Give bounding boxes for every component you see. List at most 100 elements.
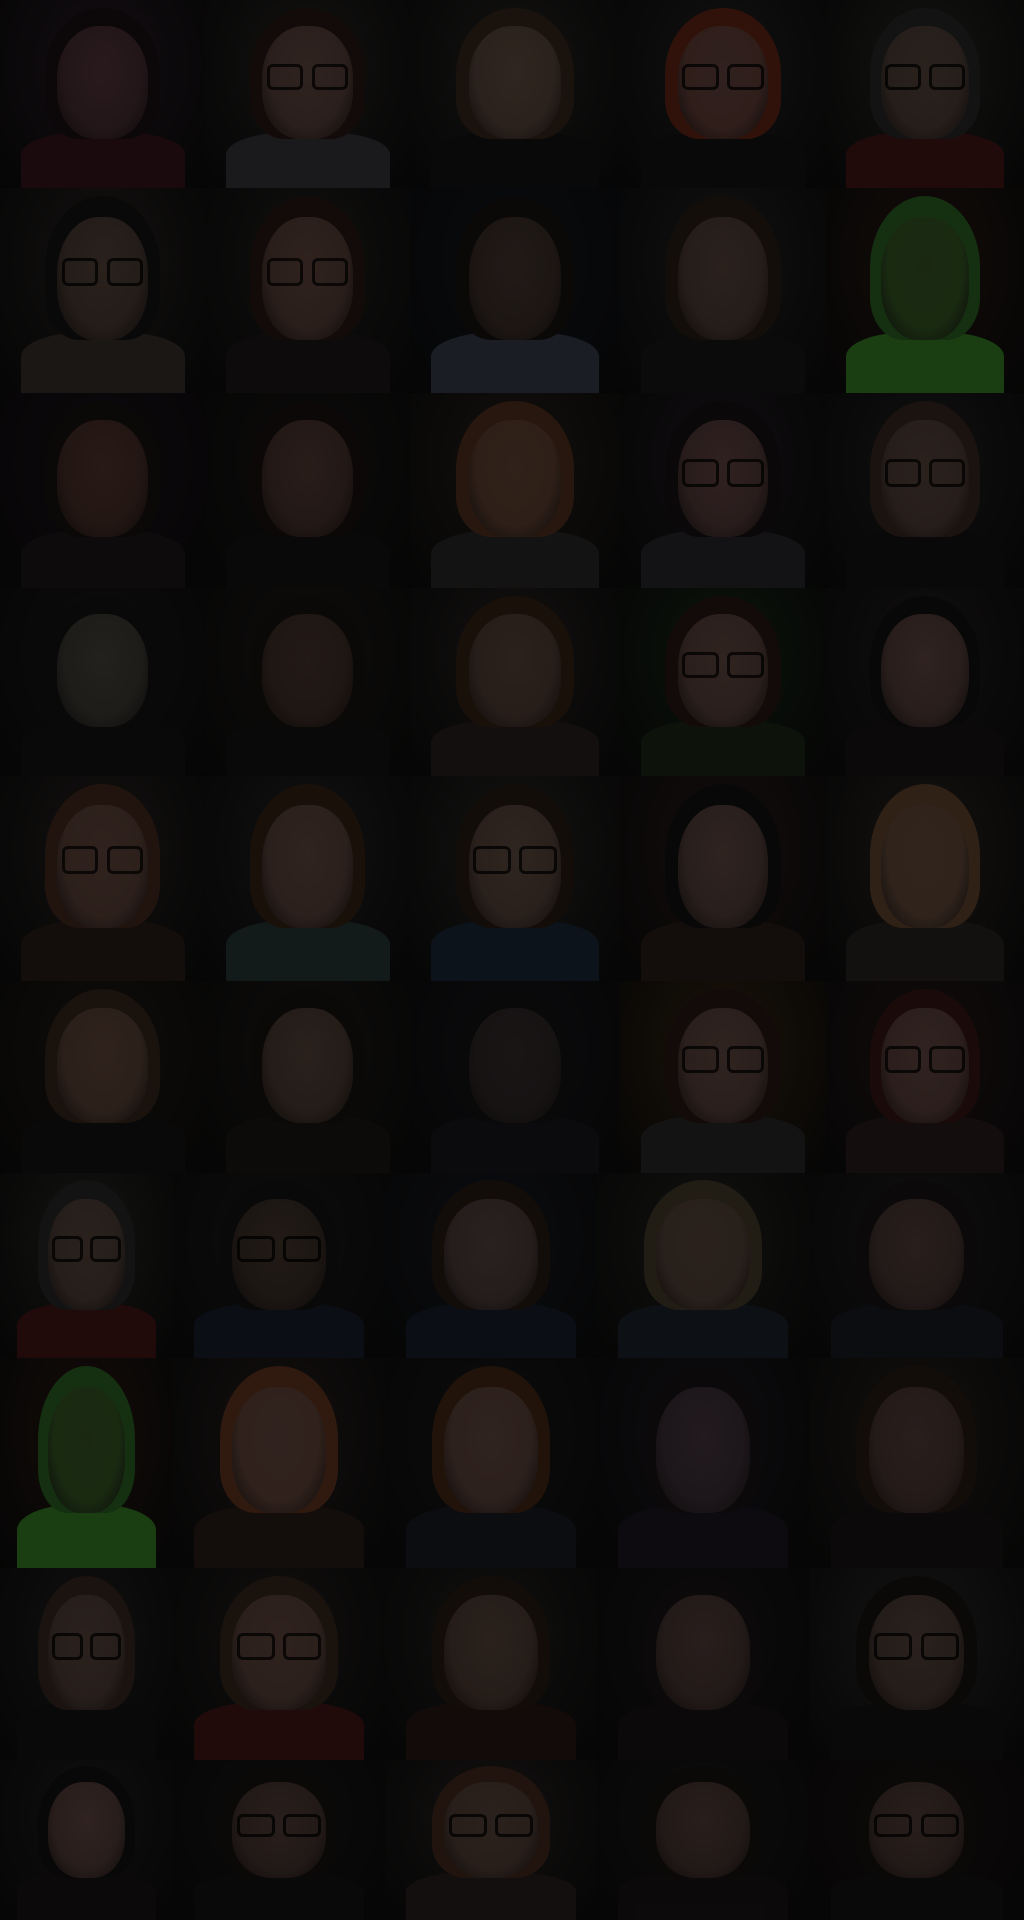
dark-overlay (385, 1760, 597, 1920)
selfie-tile (385, 1358, 597, 1568)
dark-overlay (826, 981, 1024, 1173)
selfie-tile (597, 1568, 809, 1760)
selfie-tile (0, 188, 205, 393)
selfie-tile (620, 588, 826, 776)
selfie-tile (385, 1760, 597, 1920)
selfie-tile (205, 588, 410, 776)
selfie-tile (410, 0, 620, 188)
dark-overlay (620, 981, 826, 1173)
dark-overlay (0, 0, 205, 188)
dark-overlay (0, 1568, 173, 1760)
dark-overlay (620, 0, 826, 188)
selfie-tile (809, 1173, 1024, 1358)
dark-overlay (205, 981, 410, 1173)
selfie-tile (173, 1173, 385, 1358)
dark-overlay (809, 1568, 1024, 1760)
dark-overlay (205, 393, 410, 588)
selfie-tile (826, 393, 1024, 588)
dark-overlay (0, 1173, 173, 1358)
mosaic-row (0, 1568, 1024, 1760)
selfie-tile (0, 1760, 173, 1920)
selfie-tile (597, 1358, 809, 1568)
dark-overlay (0, 1760, 173, 1920)
mosaic-row (0, 393, 1024, 588)
dark-overlay (205, 188, 410, 393)
dark-overlay (385, 1358, 597, 1568)
mosaic-row (0, 981, 1024, 1173)
selfie-tile (410, 981, 620, 1173)
mosaic-row (0, 776, 1024, 981)
mosaic-row (0, 1358, 1024, 1568)
dark-overlay (173, 1760, 385, 1920)
dark-overlay (385, 1568, 597, 1760)
selfie-tile (826, 588, 1024, 776)
selfie-tile (205, 776, 410, 981)
selfie-tile (809, 1358, 1024, 1568)
selfie-tile (385, 1568, 597, 1760)
selfie-tile (410, 776, 620, 981)
dark-overlay (620, 188, 826, 393)
selfie-tile (809, 1568, 1024, 1760)
dark-overlay (597, 1568, 809, 1760)
selfie-tile (205, 0, 410, 188)
selfie-tile (826, 776, 1024, 981)
dark-overlay (0, 981, 205, 1173)
dark-overlay (0, 776, 205, 981)
selfie-tile (620, 393, 826, 588)
dark-overlay (597, 1760, 809, 1920)
selfie-tile (597, 1173, 809, 1358)
selfie-tile (620, 0, 826, 188)
dark-overlay (410, 0, 620, 188)
dark-overlay (410, 776, 620, 981)
dark-overlay (0, 588, 205, 776)
selfie-tile (826, 981, 1024, 1173)
mosaic-row (0, 1173, 1024, 1358)
dark-overlay (410, 588, 620, 776)
selfie-tile (173, 1760, 385, 1920)
dark-overlay (826, 776, 1024, 981)
dark-overlay (205, 588, 410, 776)
dark-overlay (809, 1760, 1024, 1920)
dark-overlay (0, 393, 205, 588)
selfie-tile (0, 0, 205, 188)
dark-overlay (620, 393, 826, 588)
selfie-tile (0, 1358, 173, 1568)
mosaic-row (0, 588, 1024, 776)
dark-overlay (173, 1173, 385, 1358)
dark-overlay (620, 588, 826, 776)
selfie-tile (0, 1568, 173, 1760)
selfie-tile (205, 393, 410, 588)
dark-overlay (826, 588, 1024, 776)
dark-overlay (826, 393, 1024, 588)
dark-overlay (205, 0, 410, 188)
dark-overlay (597, 1173, 809, 1358)
selfie-tile (620, 188, 826, 393)
dark-overlay (410, 981, 620, 1173)
selfie-tile (826, 0, 1024, 188)
selfie-tile (173, 1568, 385, 1760)
selfie-tile (410, 393, 620, 588)
selfie-tile (0, 981, 205, 1173)
dark-overlay (410, 393, 620, 588)
dark-overlay (173, 1358, 385, 1568)
dark-overlay (385, 1173, 597, 1358)
dark-overlay (809, 1173, 1024, 1358)
dark-overlay (826, 0, 1024, 188)
dark-overlay (205, 776, 410, 981)
dark-overlay (173, 1568, 385, 1760)
selfie-tile (0, 393, 205, 588)
selfie-tile (0, 1173, 173, 1358)
selfie-tile (620, 981, 826, 1173)
dark-overlay (826, 188, 1024, 393)
selfie-tile (410, 588, 620, 776)
dark-overlay (620, 776, 826, 981)
selfie-tile (385, 1173, 597, 1358)
mosaic-row (0, 1760, 1024, 1920)
selfie-tile (597, 1760, 809, 1920)
dark-overlay (597, 1358, 809, 1568)
dark-overlay (0, 188, 205, 393)
selfie-tile (205, 981, 410, 1173)
dark-overlay (410, 188, 620, 393)
selfie-tile (0, 588, 205, 776)
mosaic-row (0, 188, 1024, 393)
